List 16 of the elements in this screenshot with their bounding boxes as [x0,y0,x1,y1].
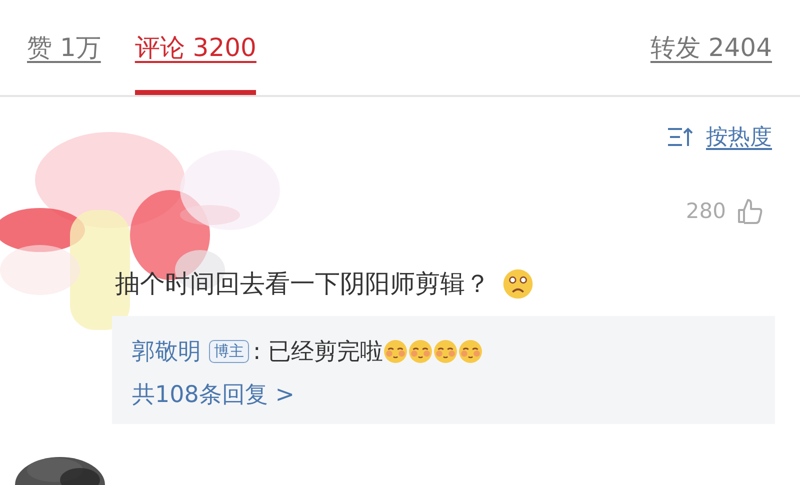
thumbs-up-icon[interactable] [736,197,764,225]
sort-link[interactable]: 按热度 [706,122,772,152]
blushing-face-icon [408,339,434,364]
reply-text: : 已经剪完啦 [253,338,384,367]
reply-author[interactable]: 郭敬明 [132,336,201,367]
tab[interactable]: 赞 1万 [27,0,101,95]
blushing-face-icon [383,339,408,364]
like-count: 280 [686,199,726,223]
author-tag: 博主 [209,340,249,363]
tab[interactable]: 转发 2404 [650,0,772,95]
blushing-face-icon [458,339,484,364]
more-replies-link[interactable]: 共108条回复 > [132,379,294,410]
comment-text: 抽个时间回去看一下阴阳师剪辑？ [115,268,490,300]
tab[interactable]: 评论 3200 [134,0,256,95]
blushing-face-icon [433,339,458,364]
sad-face-icon [502,268,534,300]
